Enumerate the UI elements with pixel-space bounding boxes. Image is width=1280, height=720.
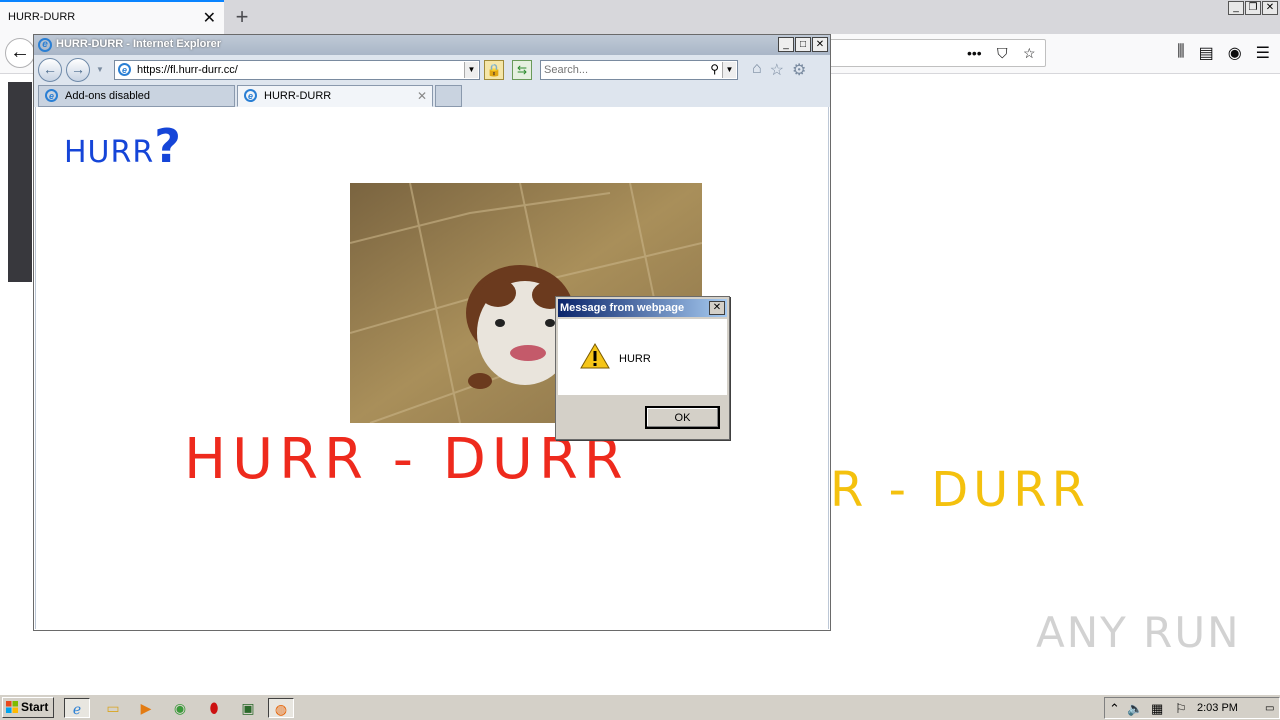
home-icon[interactable]: ⌂: [752, 60, 762, 80]
tab-label: Add-ons disabled: [65, 90, 151, 102]
close-icon[interactable]: ✕: [203, 8, 216, 28]
lock-icon[interactable]: 🔒: [484, 60, 504, 80]
back-arrow-icon[interactable]: ←: [38, 58, 62, 82]
settings-gear-icon[interactable]: ⚙: [792, 60, 806, 80]
tab-addons-disabled[interactable]: e Add-ons disabled: [38, 85, 235, 107]
ok-button[interactable]: OK: [645, 406, 720, 429]
bookmark-star-icon[interactable]: ☆: [1023, 45, 1036, 62]
favorites-star-icon[interactable]: ☆: [770, 60, 784, 80]
clock[interactable]: 2:03 PM: [1197, 702, 1238, 714]
tab-label: HURR-DURR: [264, 90, 332, 102]
ie-tab-row: e Add-ons disabled e HURR-DURR ✕: [34, 85, 830, 107]
library-icon[interactable]: ⫼: [1177, 43, 1184, 63]
address-url: https://fl.hurr-durr.cc/: [137, 64, 238, 76]
minimize-icon[interactable]: _: [1228, 1, 1244, 15]
dialog-body: HURR: [558, 319, 727, 395]
ie-tools: ⌂ ☆ ⚙: [752, 60, 806, 80]
maximize-icon[interactable]: □: [795, 37, 811, 52]
account-icon[interactable]: ◉: [1228, 43, 1242, 63]
close-icon[interactable]: ✕: [709, 301, 725, 315]
close-tab-icon[interactable]: ✕: [417, 89, 427, 103]
menu-icon[interactable]: ☰: [1256, 43, 1270, 63]
taskbar: Start ℯ ▭ ▶ ◉ ⬮ ▣ ◍ ⌃ 🔈 ▦ ⚐ 2:03 PM ▭: [0, 694, 1280, 720]
firefox-tab[interactable]: HURR-DURR ✕: [0, 0, 224, 34]
firefox-tools: ⫼ ▤ ◉ ☰: [1177, 43, 1270, 63]
minimize-icon[interactable]: _: [778, 37, 794, 52]
restore-icon[interactable]: ❐: [1245, 1, 1261, 15]
tray-expand-icon[interactable]: ⌃: [1109, 701, 1120, 717]
start-button[interactable]: Start: [2, 697, 54, 718]
close-window-icon[interactable]: ✕: [812, 37, 828, 52]
firefox-page-text: R - DURR: [830, 462, 1090, 518]
warning-icon: [580, 343, 610, 372]
small-heading-text: HURR: [64, 135, 155, 170]
ie-address-toolbar: ← → ▼ e https://fl.hurr-durr.cc/ ▼ 🔒 ⇆ ⚲…: [34, 55, 830, 85]
alert-dialog: Message from webpage ✕ HURR OK: [555, 296, 730, 440]
ie-logo-icon: e: [38, 38, 52, 52]
show-desktop-icon[interactable]: ▭: [1265, 703, 1274, 714]
action-center-flag-icon[interactable]: ⚐: [1175, 701, 1187, 717]
taskbar-chrome-icon[interactable]: ◉: [167, 698, 193, 718]
sidebar-icon[interactable]: ▤: [1199, 43, 1214, 63]
dialog-title: Message from webpage: [560, 302, 685, 314]
ie-address-bar[interactable]: e https://fl.hurr-durr.cc/ ▼: [114, 60, 480, 80]
firefox-tab-title: HURR-DURR: [8, 11, 76, 23]
volume-icon[interactable]: 🔈: [1127, 701, 1143, 717]
search-icon[interactable]: ⚲: [710, 62, 719, 76]
new-tab-icon[interactable]: +: [230, 4, 254, 30]
refresh-icon[interactable]: ⇆: [512, 60, 532, 80]
ie-window-controls: _ □ ✕: [778, 37, 828, 52]
ie-search-box[interactable]: ⚲ ▼: [540, 60, 738, 80]
more-icon[interactable]: •••: [967, 45, 982, 61]
new-tab-button[interactable]: [435, 85, 462, 107]
network-icon[interactable]: ▦: [1151, 701, 1163, 717]
search-input[interactable]: [544, 63, 704, 77]
small-heading-mark: ?: [154, 119, 182, 173]
ie-titlebar[interactable]: e HURR-DURR - Internet Explorer _ □ ✕: [34, 35, 830, 55]
taskbar-media-player-icon[interactable]: ▶: [133, 698, 159, 718]
windows-flag-icon: [6, 701, 18, 713]
firefox-window-controls: _ ❐ ✕: [1228, 1, 1278, 15]
history-dropdown-icon[interactable]: ▼: [96, 65, 104, 74]
dialog-message: HURR: [619, 353, 651, 365]
back-arrow-icon[interactable]: ←: [5, 38, 35, 68]
taskbar-opera-icon[interactable]: ⬮: [201, 698, 227, 718]
pocket-icon[interactable]: ⛉: [997, 45, 1008, 62]
start-label: Start: [21, 700, 49, 714]
search-dropdown-icon[interactable]: ▼: [722, 62, 736, 78]
ie-tab-icon: e: [45, 89, 58, 102]
taskbar-app-icon[interactable]: ▣: [235, 698, 261, 718]
taskbar-explorer-icon[interactable]: ▭: [100, 698, 126, 718]
dialog-titlebar[interactable]: Message from webpage ✕: [558, 299, 727, 317]
system-tray: ⌃ 🔈 ▦ ⚐ 2:03 PM ▭: [1104, 697, 1280, 719]
firefox-tabbar: HURR-DURR ✕ + _ ❐ ✕: [0, 0, 1280, 34]
address-dropdown-icon[interactable]: ▼: [464, 62, 478, 78]
ie-window-title: HURR-DURR - Internet Explorer: [56, 38, 222, 50]
taskbar-firefox-icon[interactable]: ◍: [268, 698, 294, 718]
ie-tab-icon: e: [244, 89, 257, 102]
firefox-url-bar[interactable]: ••• ⛉ ☆: [800, 39, 1046, 67]
anyrun-watermark: ANY RUN: [1036, 608, 1241, 657]
taskbar-ie-icon[interactable]: ℯ: [64, 698, 90, 718]
ie-page-icon: e: [118, 63, 131, 76]
forward-arrow-icon[interactable]: →: [66, 58, 90, 82]
close-window-icon[interactable]: ✕: [1262, 1, 1278, 15]
tab-hurr-durr[interactable]: e HURR-DURR ✕: [237, 85, 433, 107]
firefox-page-block: [8, 82, 32, 282]
page-small-heading: HURR?: [64, 119, 182, 173]
